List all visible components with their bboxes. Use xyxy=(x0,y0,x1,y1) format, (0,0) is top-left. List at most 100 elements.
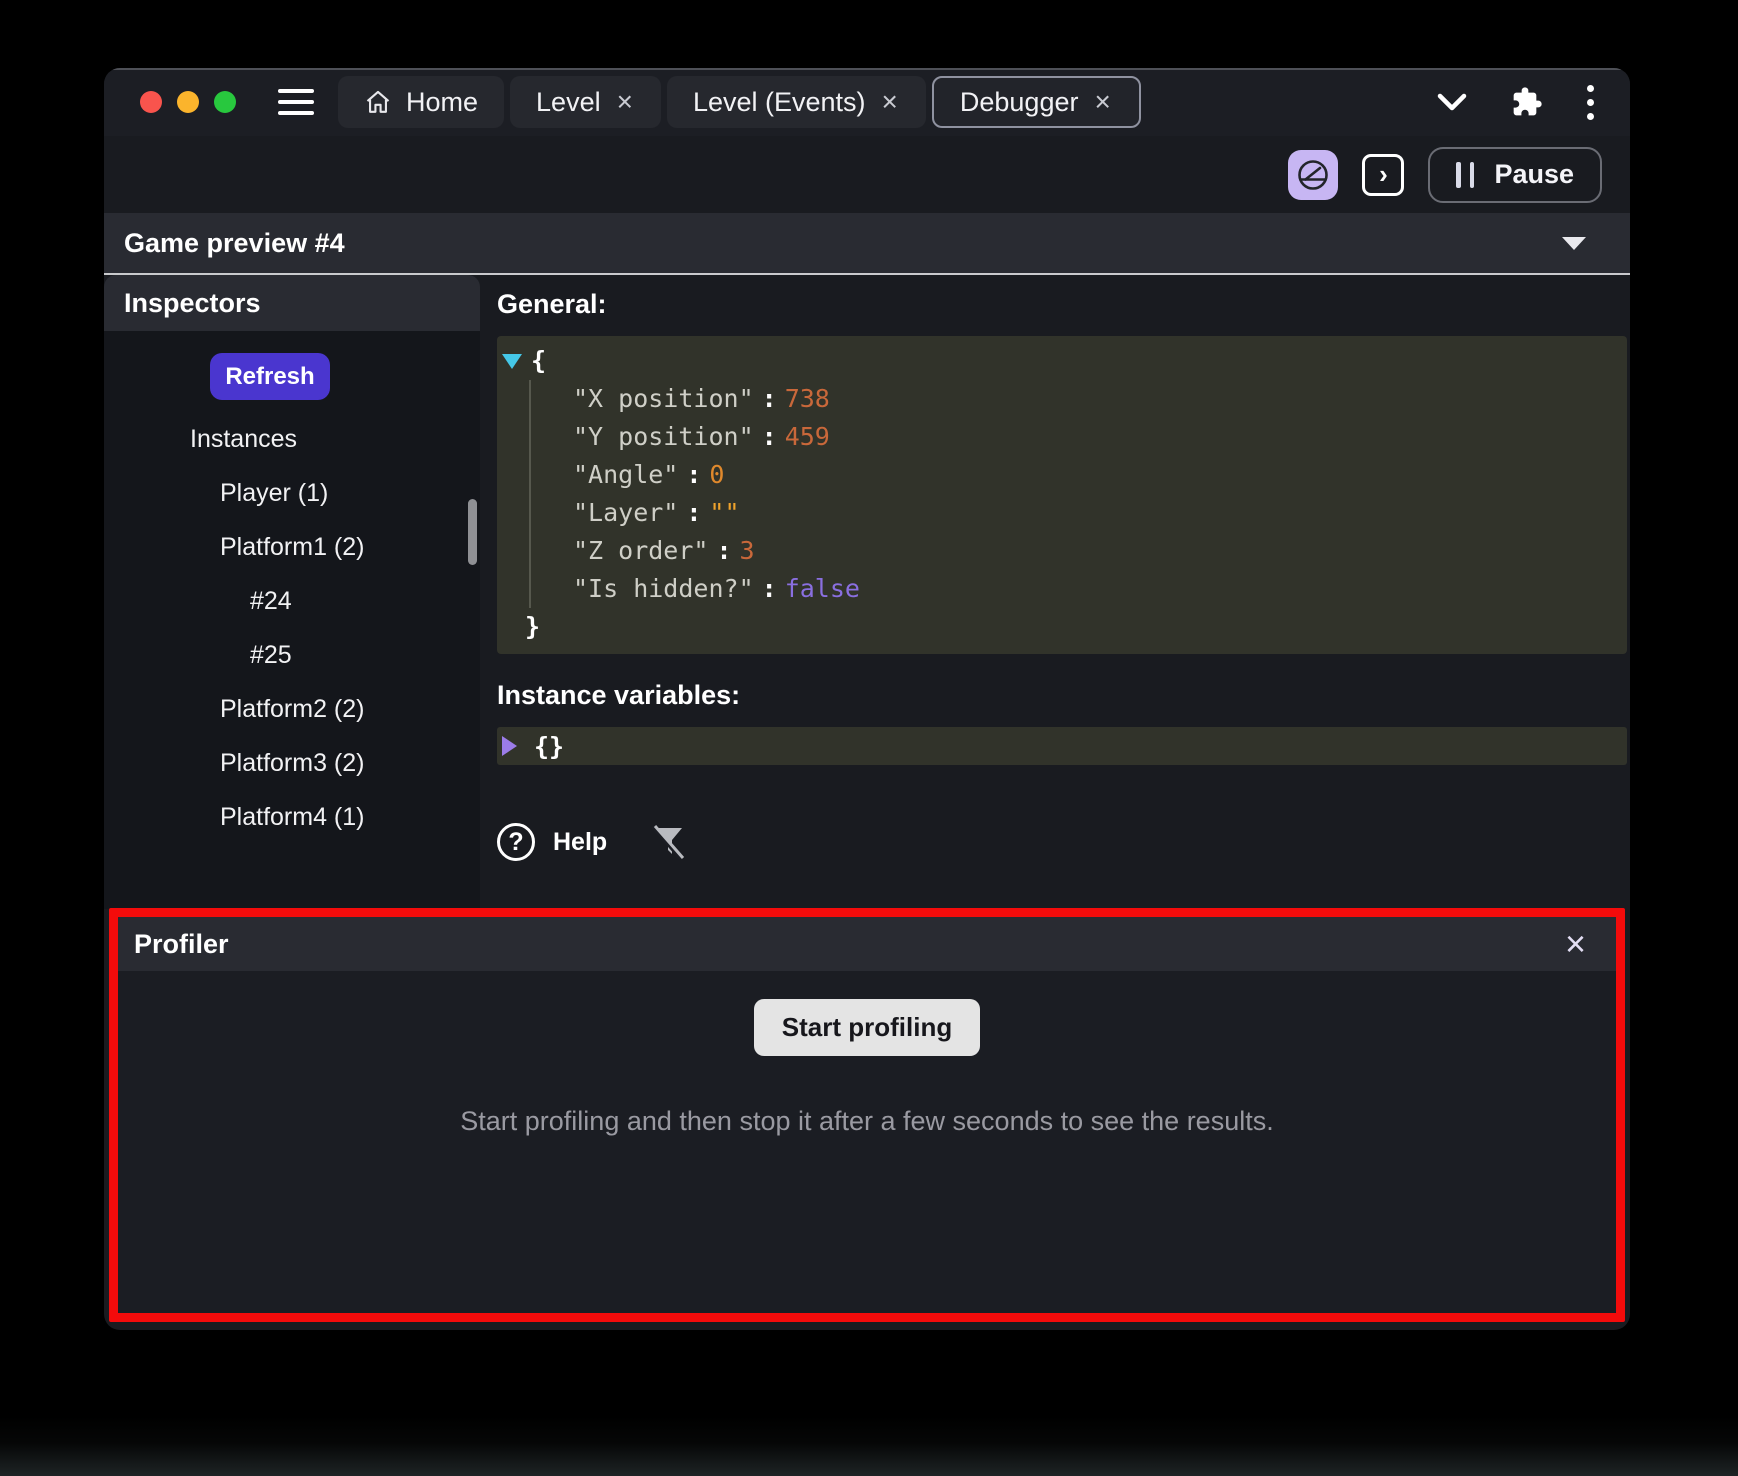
tab-level-events-label: Level (Events) xyxy=(693,87,866,118)
inspectors-body: Refresh Instances Player (1) Platform1 (… xyxy=(104,331,480,909)
general-json-tree: { "X position":738 "Y position":459 "Ang… xyxy=(497,336,1627,654)
kebab-menu-icon[interactable] xyxy=(1587,85,1594,120)
json-key: "Y position" xyxy=(573,422,754,451)
json-row-x-position: "X position":738 xyxy=(573,380,1617,418)
pause-button-label: Pause xyxy=(1494,159,1574,190)
traffic-light-close[interactable] xyxy=(140,91,162,113)
tab-home[interactable]: Home xyxy=(338,76,504,128)
title-bar-actions xyxy=(1437,85,1594,120)
json-value: "" xyxy=(709,498,739,527)
tree-item-25[interactable]: #25 xyxy=(104,628,480,682)
profiler-gauge-button[interactable] xyxy=(1288,150,1338,200)
tab-home-label: Home xyxy=(406,87,478,118)
json-key: "X position" xyxy=(573,384,754,413)
instances-tree: Instances Player (1) Platform1 (2) #24 #… xyxy=(104,412,480,844)
help-icon[interactable]: ? xyxy=(497,823,535,861)
tab-level-events-close-icon[interactable]: × xyxy=(880,88,900,116)
start-profiling-button[interactable]: Start profiling xyxy=(754,999,980,1056)
background-shadow xyxy=(0,1416,1738,1476)
json-key: "Angle" xyxy=(573,460,678,489)
refresh-button[interactable]: Refresh xyxy=(210,353,330,400)
screenshot-stage: Home Level × Level (Events) × Debugger × xyxy=(0,0,1738,1476)
caret-down-icon xyxy=(1562,237,1586,250)
general-section-label: General: xyxy=(497,289,1627,320)
instance-variables-row[interactable]: {} xyxy=(497,727,1627,765)
tab-debugger[interactable]: Debugger × xyxy=(932,76,1141,128)
tab-level[interactable]: Level × xyxy=(510,76,661,128)
inspectors-header: Inspectors xyxy=(104,275,480,331)
json-colon: : xyxy=(708,536,739,565)
debugger-content: Inspectors Refresh Instances Player (1) … xyxy=(104,275,1630,909)
tree-item-platform4[interactable]: Platform4 (1) xyxy=(104,790,480,844)
pause-icon xyxy=(1456,162,1474,188)
home-icon xyxy=(364,88,392,116)
tab-level-events[interactable]: Level (Events) × xyxy=(667,76,926,128)
tree-item-24[interactable]: #24 xyxy=(104,574,480,628)
title-bar: Home Level × Level (Events) × Debugger × xyxy=(104,68,1630,136)
json-value: 738 xyxy=(785,384,830,413)
tree-item-platform3[interactable]: Platform3 (2) xyxy=(104,736,480,790)
json-key: "Layer" xyxy=(573,498,678,527)
inspectors-sidebar: Inspectors Refresh Instances Player (1) … xyxy=(104,275,480,909)
extensions-puzzle-icon[interactable] xyxy=(1511,86,1543,118)
chevron-down-icon[interactable] xyxy=(1437,93,1467,111)
debugger-window: Home Level × Level (Events) × Debugger × xyxy=(104,68,1630,1330)
collapse-triangle-icon[interactable] xyxy=(501,735,518,757)
debugger-toolbar: › Pause xyxy=(104,136,1630,213)
game-preview-title: Game preview #4 xyxy=(124,228,345,259)
console-button[interactable]: › xyxy=(1362,154,1404,196)
profiler-hint-text: Start profiling and then stop it after a… xyxy=(118,1106,1616,1137)
hamburger-menu-icon[interactable] xyxy=(278,89,314,115)
json-colon: : xyxy=(754,574,785,603)
traffic-light-minimize[interactable] xyxy=(177,91,199,113)
inspector-main-panel: General: { "X position":738 "Y position"… xyxy=(480,275,1630,909)
pause-button[interactable]: Pause xyxy=(1428,147,1602,203)
json-row-angle: "Angle":0 xyxy=(573,456,1617,494)
tab-debugger-label: Debugger xyxy=(960,87,1079,118)
gauge-icon xyxy=(1296,158,1330,192)
tree-item-player[interactable]: Player (1) xyxy=(104,466,480,520)
json-open-brace: { xyxy=(531,342,546,380)
tab-bar: Home Level × Level (Events) × Debugger × xyxy=(338,68,1141,136)
json-colon: : xyxy=(678,498,709,527)
profiler-body: Start profiling Start profiling and then… xyxy=(118,971,1616,1137)
json-value: 3 xyxy=(740,536,755,565)
json-value: false xyxy=(785,574,860,603)
profiler-close-icon[interactable]: × xyxy=(1565,926,1586,962)
json-row-z-order: "Z order":3 xyxy=(573,532,1617,570)
filter-off-icon[interactable] xyxy=(651,824,685,860)
json-key: "Z order" xyxy=(573,536,708,565)
traffic-light-zoom[interactable] xyxy=(214,91,236,113)
expand-triangle-icon[interactable] xyxy=(501,353,523,370)
instance-variables-label: Instance variables: xyxy=(497,680,1627,711)
tree-item-instances[interactable]: Instances xyxy=(104,412,480,466)
json-row-layer: "Layer":"" xyxy=(573,494,1617,532)
json-colon: : xyxy=(754,384,785,413)
json-row-is-hidden: "Is hidden?":false xyxy=(573,570,1617,608)
console-chevron-glyph: › xyxy=(1379,159,1388,190)
json-rows: "X position":738 "Y position":459 "Angle… xyxy=(529,380,1617,608)
json-close-brace: } xyxy=(525,608,1617,646)
game-preview-selector[interactable]: Game preview #4 xyxy=(104,213,1630,275)
json-key: "Is hidden?" xyxy=(573,574,754,603)
json-colon: : xyxy=(754,422,785,451)
sidebar-scrollbar-thumb[interactable] xyxy=(468,499,477,565)
tab-level-label: Level xyxy=(536,87,601,118)
tree-item-platform1[interactable]: Platform1 (2) xyxy=(104,520,480,574)
json-row-y-position: "Y position":459 xyxy=(573,418,1617,456)
profiler-panel: Profiler × Start profiling Start profili… xyxy=(109,908,1625,1322)
json-value: 459 xyxy=(785,422,830,451)
profiler-header: Profiler × xyxy=(118,917,1616,971)
profiler-title: Profiler xyxy=(134,929,229,960)
json-colon: : xyxy=(678,460,709,489)
inspectors-header-label: Inspectors xyxy=(124,288,261,319)
json-root-row[interactable]: { xyxy=(501,342,1617,380)
traffic-lights xyxy=(140,91,236,113)
json-value: 0 xyxy=(709,460,724,489)
help-label: Help xyxy=(553,828,607,857)
help-row: ? Help xyxy=(497,823,1627,861)
tab-level-close-icon[interactable]: × xyxy=(615,88,635,116)
instance-variables-value: {} xyxy=(534,732,564,761)
tree-item-platform2[interactable]: Platform2 (2) xyxy=(104,682,480,736)
tab-debugger-close-icon[interactable]: × xyxy=(1092,88,1112,116)
